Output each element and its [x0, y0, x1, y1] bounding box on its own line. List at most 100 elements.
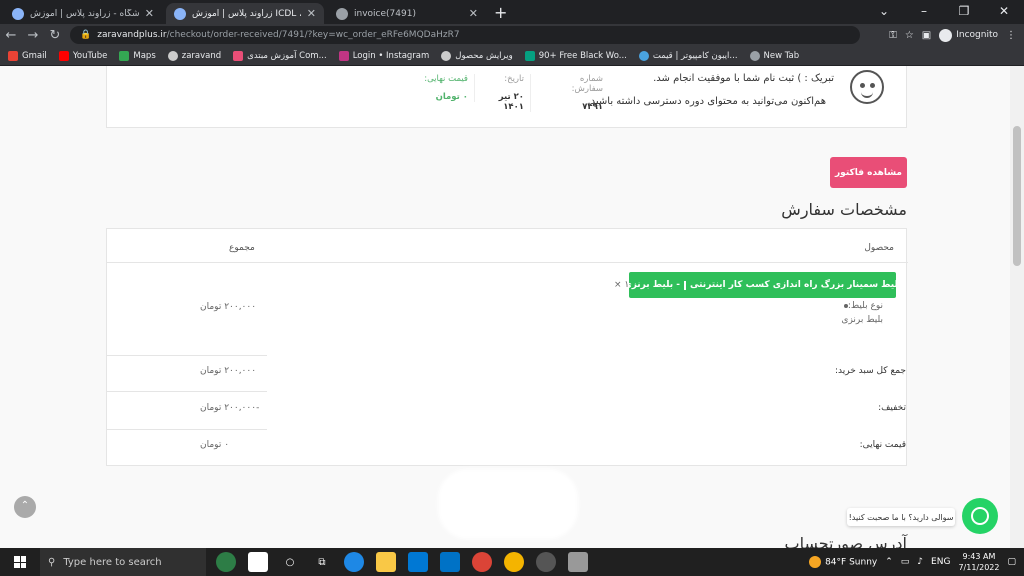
scroll-top-button[interactable]: ⌃ — [14, 496, 36, 518]
bookmark-maps[interactable]: Maps — [119, 50, 156, 61]
bookmark-ebon[interactable]: ایبون کامپیوتر | قیمت... — [638, 50, 738, 61]
start-button[interactable] — [0, 548, 40, 576]
tab-search-icon[interactable]: ⌄ — [864, 0, 904, 24]
divider — [107, 262, 908, 263]
bookmark-label: New Tab — [763, 50, 800, 61]
whatsapp-icon — [971, 507, 989, 525]
instagram-icon — [338, 50, 349, 61]
whatsapp-button[interactable] — [962, 498, 998, 534]
tray-overflow-icon[interactable]: ⌃ — [885, 557, 893, 567]
chrome-icon[interactable] — [504, 552, 524, 572]
volume-icon[interactable]: ♪ — [917, 557, 923, 567]
col-total-header: مجموع — [229, 243, 255, 253]
mail-icon[interactable] — [440, 552, 460, 572]
line-total: ۲۰۰,۰۰۰ تومان — [200, 302, 257, 312]
view-invoice-button[interactable]: مشاهده فاکتور — [830, 157, 907, 188]
taskbar-search[interactable]: ⚲ Type here to search — [40, 548, 206, 576]
order-details-title: مشخصات سفارش — [781, 200, 907, 219]
weather-widget[interactable]: 84°F Sunny — [809, 556, 877, 568]
bookmark-newtab[interactable]: New Tab — [749, 50, 800, 61]
order-number-label: شماره سفارش: — [571, 74, 603, 94]
clock[interactable]: 9:43 AM 7/11/2022 — [958, 551, 999, 573]
bookmark-instagram[interactable]: Login • Instagram — [338, 50, 430, 61]
close-icon[interactable]: ✕ — [145, 7, 154, 20]
final-price-value: ۰ تومان — [200, 440, 230, 450]
tab-order-received[interactable]: زراوند پلاس | آموزش ICDL ، نصب و ✕ — [166, 3, 324, 24]
order-price-value: ۰ تومان — [435, 92, 468, 102]
cortana-icon[interactable]: ○ — [280, 552, 300, 572]
bookmark-label: zaravand — [181, 50, 222, 61]
page-scrollbar[interactable] — [1010, 66, 1024, 548]
bookmark-label: ویرایش محصول — [455, 50, 513, 61]
search-placeholder: Type here to search — [63, 556, 162, 568]
pexels-icon — [524, 50, 535, 61]
bookmark-edit-product[interactable]: ویرایش محصول — [441, 50, 513, 61]
file-explorer-icon[interactable] — [376, 552, 396, 572]
window-controls: ⌄ – ❐ ✕ — [864, 0, 1024, 24]
key-icon[interactable]: ⚿ — [889, 30, 897, 41]
paint-icon[interactable] — [248, 552, 268, 572]
order-number: شماره سفارش: ۷۴۹۱ — [547, 74, 603, 112]
scrollbar-thumb[interactable] — [1013, 126, 1021, 266]
forward-icon[interactable]: → — [22, 28, 44, 43]
bookmark-computer[interactable]: آموزش مبتدی Com... — [233, 50, 327, 61]
chat-bubble[interactable]: سوالی دارید؟ با ما صحبت کنید! — [847, 508, 955, 526]
notifications-icon[interactable]: ▢ — [1007, 557, 1016, 567]
close-window-button[interactable]: ✕ — [984, 0, 1024, 24]
app-icon[interactable] — [568, 552, 588, 572]
chrome-icon[interactable] — [472, 552, 492, 572]
task-view-icon[interactable]: ⧉ — [312, 552, 332, 572]
smiley-face-icon — [850, 70, 884, 104]
url-host: zaravandplus.ir — [97, 30, 167, 40]
subtotal-value: ۲۰۰,۰۰۰ تومان — [200, 366, 257, 376]
zaravand-icon — [441, 50, 452, 61]
tab-shop[interactable]: فروشگاه - زراوند پلاس | آموزش ICDL ✕ — [4, 3, 162, 24]
network-icon[interactable]: ▭ — [901, 557, 910, 567]
order-date: تاریخ: ۲۰ تیر ۱۴۰۱ — [485, 74, 531, 112]
globe-icon — [336, 7, 348, 20]
maximize-button[interactable]: ❐ — [944, 0, 984, 24]
star-icon[interactable]: ☆ — [905, 30, 914, 41]
search-icon: ⚲ — [48, 556, 56, 568]
bookmark-zaravand[interactable]: zaravand — [167, 50, 222, 61]
tab-title: invoice(7491) — [354, 8, 416, 19]
close-icon[interactable]: ✕ — [307, 7, 316, 20]
new-tab-button[interactable]: + — [494, 3, 507, 24]
divider — [107, 429, 267, 430]
menu-icon[interactable]: ⋮ — [1006, 30, 1016, 41]
order-date-label: تاریخ: — [504, 74, 524, 84]
profile-button[interactable]: Incognito — [939, 28, 998, 42]
incognito-icon — [939, 28, 953, 42]
close-icon[interactable]: ✕ — [469, 7, 478, 20]
store-icon[interactable] — [408, 552, 428, 572]
widgets-icon[interactable] — [216, 552, 236, 572]
toolbar-right: ⚿ ☆ ▣ Incognito ⋮ — [889, 28, 1016, 42]
gmail-icon — [8, 50, 18, 61]
bookmark-label: Login • Instagram — [352, 50, 430, 61]
bookmark-youtube[interactable]: YouTube — [58, 50, 107, 61]
back-icon[interactable]: ← — [0, 28, 22, 43]
tab-title: فروشگاه - زراوند پلاس | آموزش ICDL — [30, 8, 139, 19]
minimize-button[interactable]: – — [904, 0, 944, 24]
access-message: هم‌اکنون می‌توانید به محتوای دوره دسترسی… — [587, 96, 826, 107]
sidepanel-icon[interactable]: ▣ — [922, 30, 931, 41]
address-bar[interactable]: 🔒 zaravandplus.ir/checkout/order-receive… — [70, 26, 860, 44]
language-indicator[interactable]: ENG — [931, 557, 950, 567]
reload-icon[interactable]: ↻ — [44, 28, 66, 43]
ticket-type-value: بلیط برنزی — [841, 315, 883, 325]
edge-icon[interactable] — [344, 552, 364, 572]
product-name: بلیط سمینار بزرگ راه اندازی کسب کار اینت… — [690, 280, 902, 290]
site-icon — [638, 50, 649, 61]
tab-invoice[interactable]: invoice(7491) ✕ — [328, 3, 486, 24]
tab-title: زراوند پلاس | آموزش ICDL ، نصب و — [192, 8, 301, 19]
bookmark-gmail[interactable]: Gmail — [8, 50, 47, 61]
ticket-meta: نوع بلیط: بلیط برنزی — [839, 299, 883, 327]
bookmark-label: 90+ Free Black Wo... — [538, 50, 627, 61]
page-content: تبریک : ) ثبت نام شما با موفقیت انجام شد… — [0, 66, 1024, 548]
order-date-value: ۲۰ تیر ۱۴۰۱ — [498, 92, 524, 112]
product-name-highlight[interactable]: بلیط سمینار بزرگ راه اندازی کسب کار اینت… — [623, 272, 902, 298]
sun-icon — [809, 556, 822, 568]
globe-icon — [749, 50, 760, 61]
bookmark-pexels[interactable]: 90+ Free Black Wo... — [524, 50, 627, 61]
chrome-incognito-icon[interactable] — [536, 552, 556, 572]
